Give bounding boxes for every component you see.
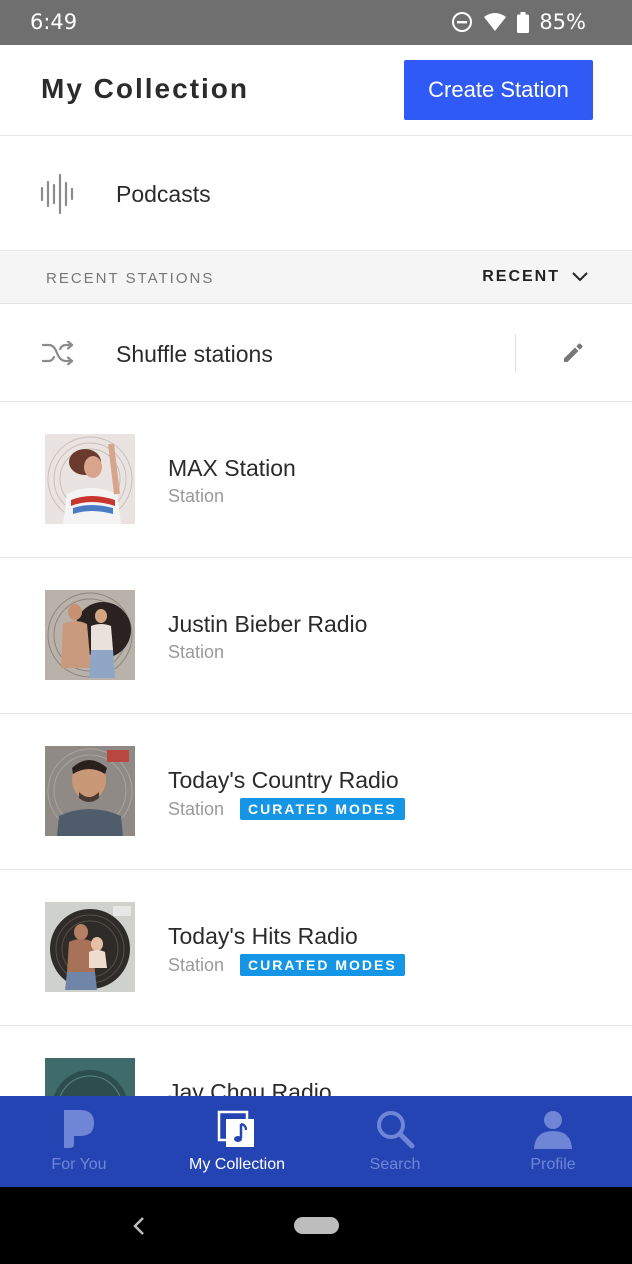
home-pill[interactable]: [294, 1217, 339, 1234]
edit-pencil-icon[interactable]: [561, 341, 585, 365]
profile-icon: [533, 1108, 573, 1150]
station-row[interactable]: Justin Bieber Radio Station: [0, 558, 632, 714]
status-icons: 85%: [451, 10, 586, 34]
station-artwork: [45, 1058, 135, 1096]
curated-modes-badge: CURATED MODES: [240, 798, 405, 820]
station-meta: Station CURATED MODES: [168, 798, 405, 820]
station-row[interactable]: Today's Country Radio Station CURATED MO…: [0, 714, 632, 870]
nav-label: Profile: [530, 1156, 576, 1173]
divider: [515, 334, 516, 372]
pandora-p-icon: [62, 1108, 96, 1150]
podcast-waveform-icon: [40, 174, 74, 214]
wifi-icon: [484, 13, 507, 31]
podcasts-label: Podcasts: [116, 181, 211, 207]
station-row[interactable]: Today's Hits Radio Station CURATED MODES: [0, 870, 632, 1026]
station-list: MAX Station Station Justin Bieber Radio …: [0, 402, 632, 1096]
podcasts-row[interactable]: Podcasts: [0, 137, 632, 250]
tab-for-you[interactable]: For You: [0, 1096, 158, 1187]
system-nav-bar: [0, 1187, 632, 1264]
station-type: Station: [168, 954, 225, 975]
battery-icon: [517, 11, 530, 33]
station-meta: Station: [168, 486, 224, 507]
shuffle-stations-row[interactable]: Shuffle stations: [0, 304, 632, 402]
curated-modes-badge: CURATED MODES: [240, 954, 405, 976]
recent-stations-header: RECENT STATIONS RECENT: [0, 250, 632, 304]
station-meta: Station: [168, 642, 224, 663]
search-icon: [375, 1108, 415, 1150]
station-name: Today's Country Radio: [168, 767, 399, 793]
station-artwork: [45, 902, 135, 992]
station-name: MAX Station: [168, 455, 296, 481]
station-artwork: [45, 434, 135, 524]
sort-label: RECENT: [482, 268, 560, 285]
back-icon[interactable]: [131, 1215, 147, 1237]
station-row[interactable]: MAX Station Station: [0, 402, 632, 558]
nav-label: Search: [369, 1156, 421, 1173]
header: My Collection Create Station: [0, 45, 632, 136]
sort-dropdown[interactable]: RECENT: [482, 268, 588, 286]
create-station-button[interactable]: Create Station: [404, 60, 593, 120]
tab-search[interactable]: Search: [316, 1096, 474, 1187]
station-artwork: [45, 746, 135, 836]
page-title: My Collection: [41, 73, 250, 104]
station-type: Station: [168, 486, 225, 506]
station-meta: Station CURATED MODES: [168, 954, 405, 976]
station-name: Justin Bieber Radio: [168, 611, 368, 637]
tab-my-collection[interactable]: My Collection: [158, 1096, 316, 1187]
station-type: Station: [168, 642, 225, 662]
tab-profile[interactable]: Profile: [474, 1096, 632, 1187]
nav-label: My Collection: [188, 1156, 286, 1173]
section-title: RECENT STATIONS: [46, 270, 215, 287]
battery-percent: 85%: [539, 10, 586, 34]
station-type: Station: [168, 798, 225, 819]
bottom-nav: For You My Collection Search Profile: [0, 1096, 632, 1187]
status-time: 6:49: [30, 10, 78, 34]
do-not-disturb-icon: [452, 12, 473, 32]
station-artwork: [45, 590, 135, 680]
collection-icon: [217, 1108, 257, 1150]
station-row[interactable]: Jay Chou Radio: [0, 1026, 632, 1096]
nav-label: For You: [51, 1156, 107, 1173]
station-name: Today's Hits Radio: [168, 923, 358, 949]
shuffle-icon: [42, 341, 74, 365]
status-bar: 6:49 85%: [0, 0, 632, 45]
chevron-down-icon: [572, 272, 588, 282]
station-name: Jay Chou Radio: [168, 1079, 332, 1096]
shuffle-label: Shuffle stations: [116, 341, 273, 367]
